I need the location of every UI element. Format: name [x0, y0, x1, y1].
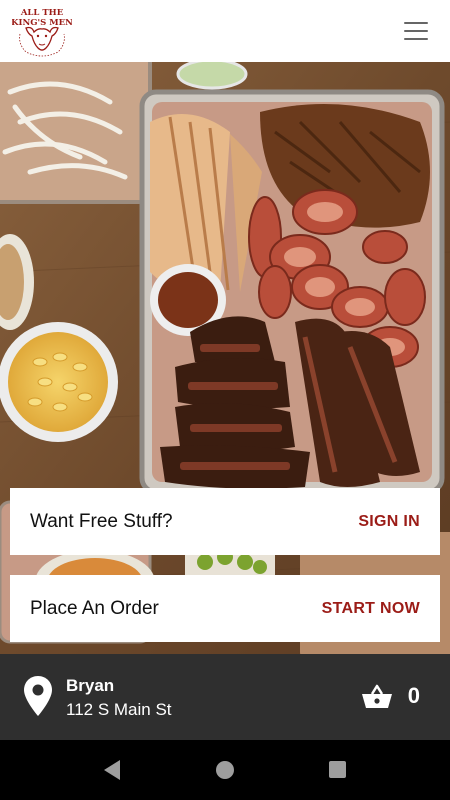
basket-icon[interactable]: [362, 684, 392, 710]
cart-count[interactable]: 0: [408, 683, 420, 709]
hamburger-menu-icon[interactable]: [404, 20, 428, 42]
back-icon[interactable]: [102, 759, 122, 781]
order-card[interactable]: Place An Order START NOW: [10, 575, 440, 642]
store-address: 112 S Main St: [66, 700, 172, 719]
home-icon[interactable]: [216, 761, 234, 779]
sign-in-button[interactable]: SIGN IN: [358, 513, 420, 531]
app-header: ALL THE KING'S MEN: [0, 0, 450, 62]
rewards-card-title: Want Free Stuff?: [30, 510, 173, 532]
svg-text:KING'S MEN: KING'S MEN: [12, 18, 72, 28]
location-bar[interactable]: Bryan 112 S Main St 0: [0, 654, 450, 740]
start-now-button[interactable]: START NOW: [322, 600, 420, 618]
rewards-card[interactable]: Want Free Stuff? SIGN IN: [10, 488, 440, 555]
svg-text:ALL THE: ALL THE: [20, 8, 64, 18]
brand-logo[interactable]: ALL THE KING'S MEN: [11, 4, 73, 58]
system-navigation-bar: [0, 740, 450, 800]
recents-icon[interactable]: [329, 761, 346, 778]
store-name: Bryan: [66, 676, 115, 695]
order-card-title: Place An Order: [30, 597, 159, 619]
location-pin-icon: [24, 676, 52, 716]
hero-food-image: [0, 62, 450, 654]
